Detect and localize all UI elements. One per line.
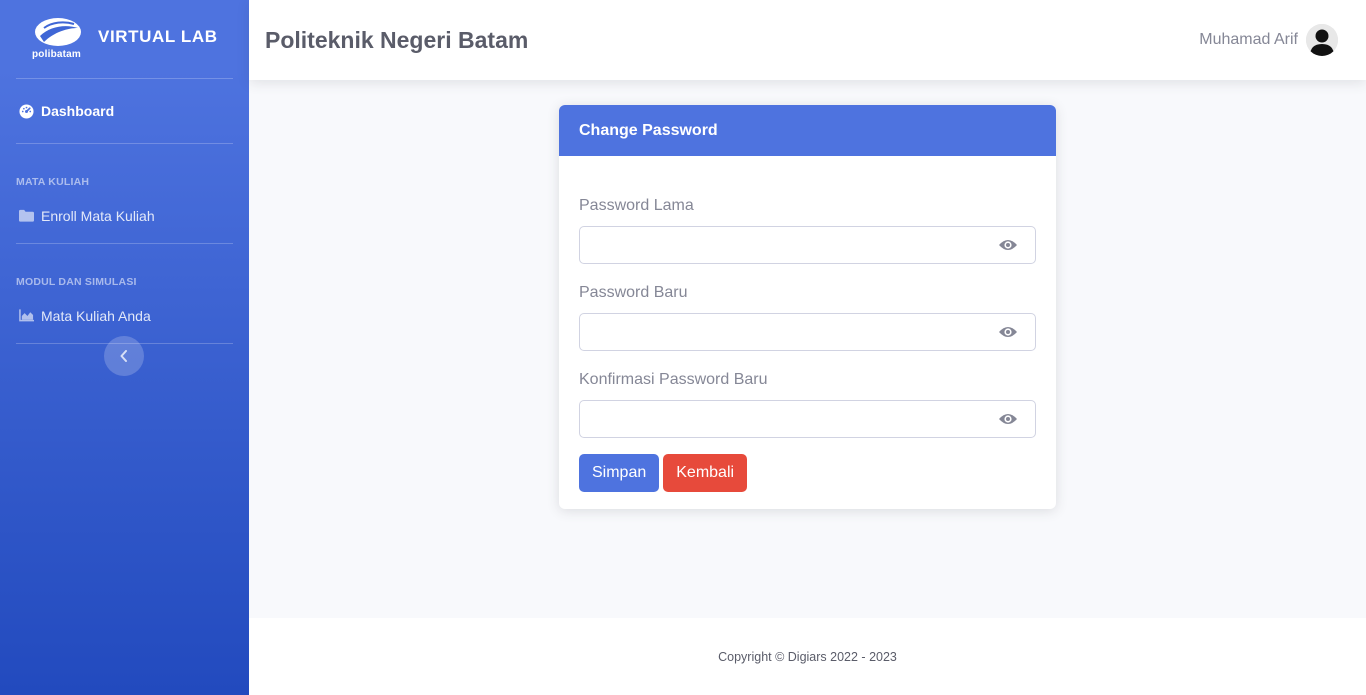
page-title: Politeknik Negeri Batam xyxy=(265,26,529,53)
eye-icon[interactable] xyxy=(998,410,1018,428)
new-password-label: Password Baru xyxy=(579,284,688,301)
sidebar-item-label: Enroll Mata Kuliah xyxy=(41,207,155,224)
old-password-label: Password Lama xyxy=(579,197,694,214)
sidebar-heading-modul: MODUL DAN SIMULASI xyxy=(16,276,137,288)
old-password-input[interactable] xyxy=(579,226,1036,264)
footer: Copyright © Digiars 2022 - 2023 xyxy=(249,618,1366,695)
user-avatar-icon xyxy=(1306,24,1338,56)
sidebar-toggle-button[interactable] xyxy=(104,336,144,376)
eye-icon[interactable] xyxy=(998,236,1018,254)
sidebar-item-courses[interactable]: Mata Kuliah Anda xyxy=(0,288,249,343)
sidebar-heading-mata-kuliah: MATA KULIAH xyxy=(16,176,90,188)
user-name: Muhamad Arif xyxy=(1199,31,1298,48)
brand-title: VIRTUAL LAB xyxy=(98,27,218,46)
change-password-card: Change Password Password Lama Password B… xyxy=(559,105,1056,509)
user-menu[interactable]: Muhamad Arif xyxy=(1199,24,1338,56)
sidebar: polibatam VIRTUAL LAB Dashboard MATA KUL… xyxy=(0,0,249,695)
confirm-password-input[interactable] xyxy=(579,400,1036,438)
sidebar-item-label: Mata Kuliah Anda xyxy=(41,307,151,324)
logo-swoosh-icon xyxy=(35,18,81,46)
folder-icon xyxy=(18,208,34,224)
card-header: Change Password xyxy=(559,105,1056,156)
tachometer-icon xyxy=(18,103,34,119)
area-chart-icon xyxy=(18,308,34,324)
save-button[interactable]: Simpan xyxy=(579,454,660,492)
new-password-wrap xyxy=(579,313,1036,351)
logo-text: polibatam xyxy=(32,49,82,60)
copyright-text: Copyright © Digiars 2022 - 2023 xyxy=(718,649,897,664)
new-password-input[interactable] xyxy=(579,313,1036,351)
sidebar-item-dashboard[interactable]: Dashboard xyxy=(0,79,249,143)
topbar: Politeknik Negeri Batam Muhamad Arif xyxy=(249,0,1366,80)
chevron-left-icon xyxy=(120,350,127,362)
brand[interactable]: polibatam VIRTUAL LAB xyxy=(0,0,249,78)
eye-icon[interactable] xyxy=(998,323,1018,341)
card-body: Password Lama Password Baru Konfirmasi P… xyxy=(559,156,1056,509)
sidebar-item-enroll[interactable]: Enroll Mata Kuliah xyxy=(0,188,249,243)
sidebar-item-label: Dashboard xyxy=(41,103,115,119)
avatar xyxy=(1306,24,1338,56)
confirm-password-wrap xyxy=(579,400,1036,438)
back-button[interactable]: Kembali xyxy=(663,454,748,492)
polibatam-logo: polibatam xyxy=(32,16,84,62)
confirm-password-label: Konfirmasi Password Baru xyxy=(579,371,768,388)
old-password-wrap xyxy=(579,226,1036,264)
form-actions: Simpan Kembali xyxy=(579,454,1036,492)
